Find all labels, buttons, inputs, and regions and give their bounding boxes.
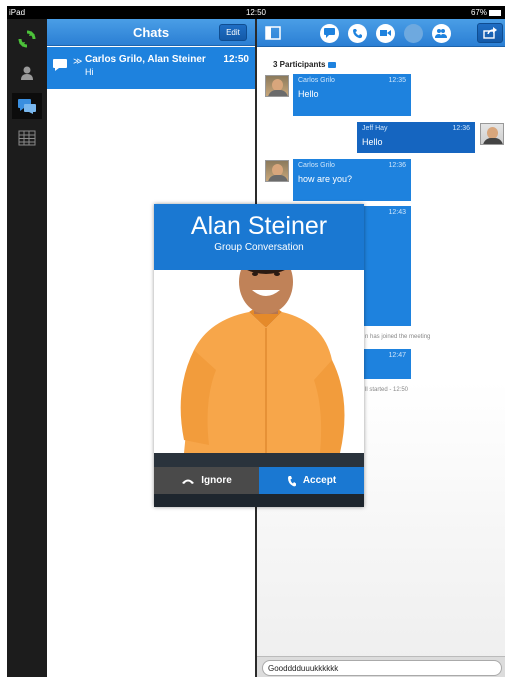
battery-indicator: 67% bbox=[471, 8, 501, 17]
chats-nav-button[interactable] bbox=[12, 93, 42, 119]
screen-share-button[interactable] bbox=[403, 23, 423, 43]
contacts-button[interactable] bbox=[12, 60, 42, 86]
message-text: Hello bbox=[362, 137, 383, 147]
chat-preview: Hi bbox=[85, 67, 94, 77]
participants-chat-icon bbox=[328, 61, 337, 68]
message-text: Hello bbox=[298, 89, 319, 99]
call-subtitle: Group Conversation bbox=[214, 242, 304, 253]
chats-header: Chats Edit bbox=[47, 19, 255, 46]
message-time: 12:35 bbox=[388, 77, 406, 84]
battery-icon bbox=[489, 9, 501, 16]
message-bubble: Carlos Grilo 12:35 Hello bbox=[293, 74, 411, 116]
incoming-call-dialog: Alan Steiner Group Conversation Ignore A… bbox=[154, 204, 364, 507]
call-button[interactable] bbox=[347, 23, 367, 43]
chat-list-item[interactable]: ≫ Carlos Grilo, Alan Steiner 12:50 Hi bbox=[47, 47, 255, 89]
pin-icon: ≫ bbox=[73, 56, 83, 66]
phone-icon bbox=[352, 28, 362, 38]
add-participant-button[interactable] bbox=[431, 23, 451, 43]
status-time: 12:50 bbox=[245, 8, 267, 17]
edit-button[interactable]: Edit bbox=[219, 24, 247, 41]
status-bar: iPad 12:50 67% bbox=[7, 6, 505, 19]
video-button[interactable] bbox=[375, 23, 395, 43]
system-message-joined: n has joined the meeting bbox=[365, 334, 431, 340]
call-header: Alan Steiner Group Conversation bbox=[154, 204, 364, 270]
caller-photo bbox=[154, 270, 364, 453]
hang-up-icon bbox=[182, 479, 195, 484]
share-icon bbox=[483, 27, 497, 39]
accept-button[interactable]: Accept bbox=[259, 467, 364, 494]
chat-icon bbox=[323, 28, 335, 38]
chat-bubble-icon bbox=[53, 59, 67, 71]
panel-toggle-button[interactable] bbox=[263, 23, 283, 43]
participants-count: 3 Participants bbox=[273, 60, 326, 69]
message-bubble: Carlos Grilo 12:36 how are you? bbox=[293, 159, 411, 201]
call-actions: Ignore Accept bbox=[154, 453, 364, 507]
refresh-button[interactable] bbox=[12, 26, 42, 52]
navigation-rail bbox=[7, 19, 47, 677]
participants-label[interactable]: 3 Participants bbox=[273, 60, 337, 69]
message-input[interactable]: Goodddduuukkkkkk bbox=[262, 660, 502, 676]
avatar bbox=[265, 75, 289, 97]
message-sender: Jeff Hay bbox=[362, 125, 388, 132]
message-sender: Carlos Grilo bbox=[298, 77, 335, 84]
contacts-icon bbox=[21, 66, 33, 80]
caller-portrait bbox=[180, 270, 345, 453]
avatar bbox=[265, 160, 289, 182]
message-time: 12:43 bbox=[388, 209, 406, 216]
panel-toggle-icon bbox=[265, 26, 281, 40]
share-button[interactable] bbox=[477, 23, 503, 43]
calendar-button[interactable] bbox=[12, 125, 42, 151]
message-time: 12:47 bbox=[388, 352, 406, 359]
chats-icon bbox=[18, 99, 36, 114]
caller-name: Alan Steiner bbox=[190, 212, 328, 240]
calendar-grid-icon bbox=[18, 130, 36, 146]
avatar bbox=[480, 123, 504, 145]
message-time: 12:36 bbox=[388, 162, 406, 169]
ignore-label: Ignore bbox=[201, 475, 232, 486]
message-sender: Carlos Grilo bbox=[298, 162, 335, 169]
phone-icon bbox=[287, 475, 296, 486]
chat-time: 12:50 bbox=[223, 54, 249, 65]
message-time: 12:36 bbox=[452, 125, 470, 132]
message-text: how are you? bbox=[298, 174, 353, 184]
conversation-toolbar bbox=[257, 19, 505, 47]
chat-mode-button[interactable] bbox=[319, 23, 339, 43]
video-icon bbox=[379, 30, 391, 36]
add-participant-icon bbox=[435, 28, 447, 38]
system-message-call-started: ll started - 12:50 bbox=[365, 387, 409, 393]
battery-percent: 67% bbox=[470, 8, 487, 17]
chat-participants: Carlos Grilo, Alan Steiner bbox=[85, 54, 206, 65]
accept-label: Accept bbox=[302, 475, 337, 486]
refresh-icon bbox=[18, 30, 36, 48]
message-input-bar: Goodddduuukkkkkk bbox=[257, 656, 505, 677]
message-bubble: Jeff Hay 12:36 Hello bbox=[357, 122, 475, 153]
ignore-button[interactable]: Ignore bbox=[154, 467, 259, 494]
